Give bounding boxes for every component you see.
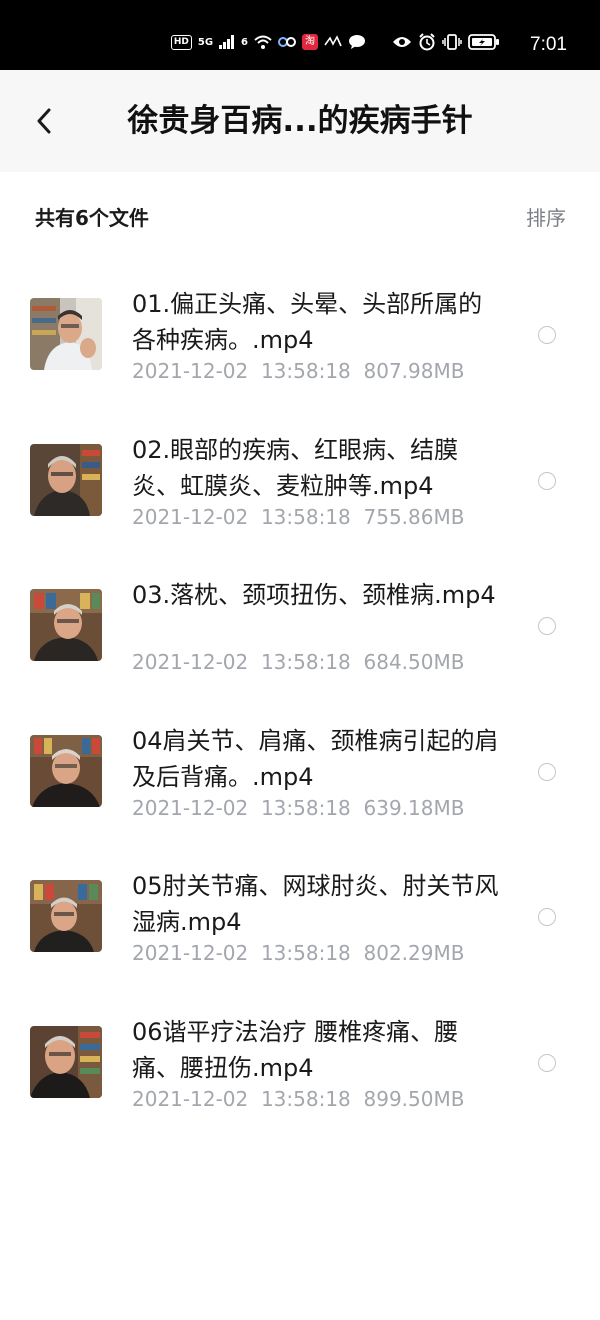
video-thumbnail: [30, 734, 102, 807]
video-thumbnail: [30, 589, 102, 661]
file-time: 13:58:18: [260, 650, 351, 674]
file-time: 13:58:18: [260, 941, 351, 965]
file-meta: 2021-12-02 13:58:18 807.98MB: [132, 358, 464, 384]
video-thumbnail: [30, 880, 102, 952]
file-item[interactable]: 03.落枕、颈项扭伤、颈椎病.mp4 2021-12-02 13:58:18 6…: [0, 553, 600, 699]
video-thumbnail: [30, 298, 102, 370]
file-name: 06谐平疗法治疗 腰椎疼痛、腰痛、腰扭伤.mp4: [132, 1017, 459, 1082]
file-size: 899.50MB: [363, 1086, 465, 1111]
file-size: 639.18MB: [363, 795, 465, 820]
video-thumbnail: [30, 443, 102, 516]
file-date: 2021-12-02: [132, 650, 249, 674]
file-name: 03.落枕、颈项扭伤、颈椎病.mp4: [132, 581, 496, 609]
file-size: 684.50MB: [363, 650, 465, 674]
radio-unchecked-icon[interactable]: [538, 617, 556, 635]
radio-unchecked-icon[interactable]: [538, 471, 556, 490]
message-icon: [349, 35, 365, 49]
network-5g-label: 5G: [197, 36, 214, 48]
file-time: 13:58:18: [260, 795, 351, 820]
file-meta: 2021-12-02 13:58:18 684.50MB: [132, 649, 464, 675]
radio-unchecked-icon[interactable]: [538, 1053, 556, 1072]
file-meta: 2021-12-02 13:58:18 755.86MB: [132, 504, 464, 530]
eye-icon: [393, 37, 411, 47]
file-count-label: 共有6个文件: [35, 206, 149, 230]
file-meta: 2021-12-02 13:58:18 899.50MB: [132, 1086, 464, 1112]
file-date: 2021-12-02: [132, 1086, 249, 1111]
file-size: 755.86MB: [363, 504, 465, 529]
file-date: 2021-12-02: [132, 359, 249, 383]
file-date: 2021-12-02: [132, 504, 249, 529]
file-name: 01.偏正头痛、头晕、头部所属的各种疾病。.mp4: [132, 290, 483, 354]
wifi-icon: [254, 35, 272, 49]
battery-icon: [468, 34, 499, 50]
app-notification-icon: 淘: [302, 34, 318, 50]
file-size: 802.29MB: [363, 941, 465, 965]
network-6-label: 6: [241, 36, 248, 48]
sort-button[interactable]: 排序: [526, 205, 566, 231]
file-list: 01.偏正头痛、头晕、头部所属的各种疾病。.mp4 2021-12-02 13:…: [0, 262, 600, 1135]
file-name: 04肩关节、肩痛、颈椎病引起的肩及后背痛。.mp4: [132, 726, 499, 791]
video-thumbnail: [30, 1025, 102, 1098]
file-item[interactable]: 02.眼部的疾病、红眼病、结膜炎、虹膜炎、麦粒肿等.mp4 2021-12-02…: [0, 408, 600, 554]
signal-icon: [219, 35, 235, 49]
calligraphy-app-icon: [324, 35, 342, 47]
file-time: 13:58:18: [260, 359, 351, 383]
file-time: 13:58:18: [260, 1086, 351, 1111]
file-time: 13:58:18: [260, 504, 351, 529]
radio-unchecked-icon[interactable]: [538, 326, 556, 344]
file-item[interactable]: 06谐平疗法治疗 腰椎疼痛、腰痛、腰扭伤.mp4 2021-12-02 13:5…: [0, 990, 600, 1136]
page-title: 徐贵身百病...的疾病手针: [127, 103, 473, 139]
radio-unchecked-icon[interactable]: [538, 762, 556, 781]
status-bar: HD 5G 6 淘 7:01: [0, 0, 600, 70]
file-date: 2021-12-02: [132, 795, 249, 820]
clock: 7:01: [530, 34, 567, 55]
summary-bar: 共有6个文件 排序: [0, 172, 600, 264]
file-item[interactable]: 05肘关节痛、网球肘炎、肘关节风湿病.mp4 2021-12-02 13:58:…: [0, 844, 600, 990]
vibrate-icon: [442, 34, 462, 50]
file-meta: 2021-12-02 13:58:18 802.29MB: [132, 940, 464, 966]
file-name: 02.眼部的疾病、红眼病、结膜炎、虹膜炎、麦粒肿等.mp4: [132, 435, 459, 500]
hd-icon: HD: [170, 34, 192, 50]
nav-header: 徐贵身百病...的疾病手针: [0, 70, 600, 172]
file-meta: 2021-12-02 13:58:18 639.18MB: [132, 795, 464, 821]
radio-unchecked-icon[interactable]: [538, 908, 556, 926]
alarm-icon: [419, 33, 435, 51]
file-date: 2021-12-02: [132, 941, 249, 965]
file-name: 05肘关节痛、网球肘炎、肘关节风湿病.mp4: [132, 872, 499, 936]
status-icons: HD 5G 6 淘: [170, 33, 500, 51]
file-item[interactable]: 01.偏正头痛、头晕、头部所属的各种疾病。.mp4 2021-12-02 13:…: [0, 262, 600, 408]
cloud-sync-icon: [278, 37, 296, 47]
file-item[interactable]: 04肩关节、肩痛、颈椎病引起的肩及后背痛。.mp4 2021-12-02 13:…: [0, 699, 600, 845]
file-size: 807.98MB: [363, 359, 465, 383]
